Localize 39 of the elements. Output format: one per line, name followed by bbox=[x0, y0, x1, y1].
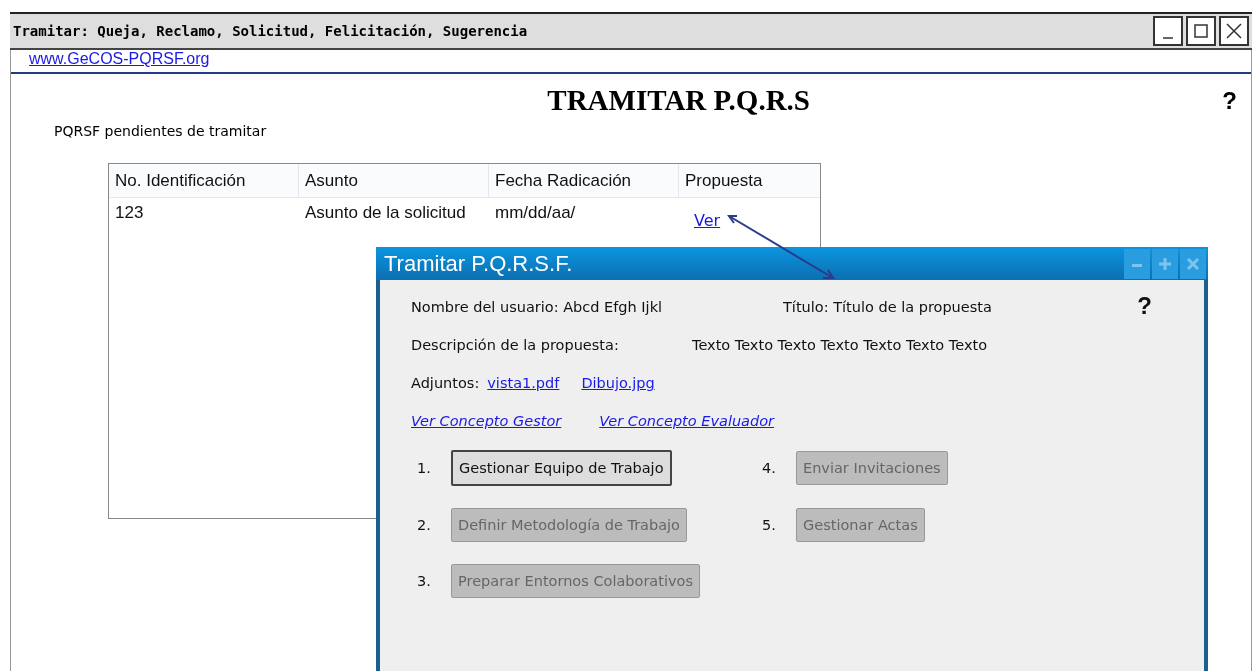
close-icon bbox=[1226, 23, 1242, 39]
minimize-button[interactable] bbox=[1153, 16, 1183, 46]
column-header: Fecha Radicación bbox=[494, 170, 632, 191]
step-number: 3. bbox=[417, 573, 429, 589]
attachments-label: Adjuntos: bbox=[411, 375, 480, 391]
attachment-link[interactable]: vista1.pdf bbox=[487, 375, 560, 391]
maximize-icon bbox=[1157, 255, 1173, 272]
maximize-button[interactable] bbox=[1186, 16, 1216, 46]
window-title: Tramitar: Queja, Reclamo, Solicitud, Felicitación, Sugerencia bbox=[12, 23, 529, 39]
view-link[interactable]: Ver bbox=[694, 210, 721, 230]
step-number: 1. bbox=[417, 460, 429, 476]
help-mark[interactable]: ? bbox=[1222, 86, 1237, 115]
step-number: 4. bbox=[762, 460, 774, 476]
concept-link[interactable]: Ver Concepto Gestor bbox=[411, 413, 562, 429]
proposal-title-text: Título: Título de la propuesta bbox=[783, 299, 992, 315]
site-link[interactable]: www.GeCOS-PQRSF.org bbox=[29, 50, 210, 67]
minimize-icon bbox=[1132, 264, 1142, 267]
minimize-icon bbox=[1163, 37, 1173, 39]
column-header: No. Identificación bbox=[114, 170, 246, 191]
table-cell-text: 123 bbox=[114, 203, 144, 223]
step-number: 2. bbox=[417, 517, 429, 533]
maximize-icon bbox=[1193, 23, 1209, 39]
page-heading: TRAMITAR P.Q.R.S bbox=[546, 84, 811, 117]
close-icon bbox=[1185, 255, 1201, 272]
close-button[interactable] bbox=[1219, 16, 1249, 46]
column-header: Propuesta bbox=[684, 170, 763, 191]
help-mark[interactable]: ? bbox=[1137, 292, 1152, 320]
step-button[interactable]: Gestionar Equipo de Trabajo bbox=[451, 450, 672, 486]
description-label: Descripción de la propuesta: bbox=[411, 337, 620, 353]
section-label: PQRSF pendientes de tramitar bbox=[54, 123, 268, 139]
table-cell-text: mm/dd/aa/ bbox=[494, 203, 576, 223]
concept-link[interactable]: Ver Concepto Evaluador bbox=[599, 413, 775, 429]
dialog-title: Tramitar P.Q.R.S.F. bbox=[384, 250, 574, 277]
description-text: Texto Texto Texto Texto Texto Texto Texto bbox=[692, 337, 988, 353]
attachment-link[interactable]: Dibujo.jpg bbox=[581, 375, 655, 391]
column-header: Asunto bbox=[304, 170, 358, 191]
table-cell-text: Asunto de la solicitud bbox=[304, 203, 466, 223]
step-number: 5. bbox=[762, 517, 774, 533]
user-name-text: Nombre del usuario: Abcd Efgh Ijkl bbox=[411, 299, 664, 315]
